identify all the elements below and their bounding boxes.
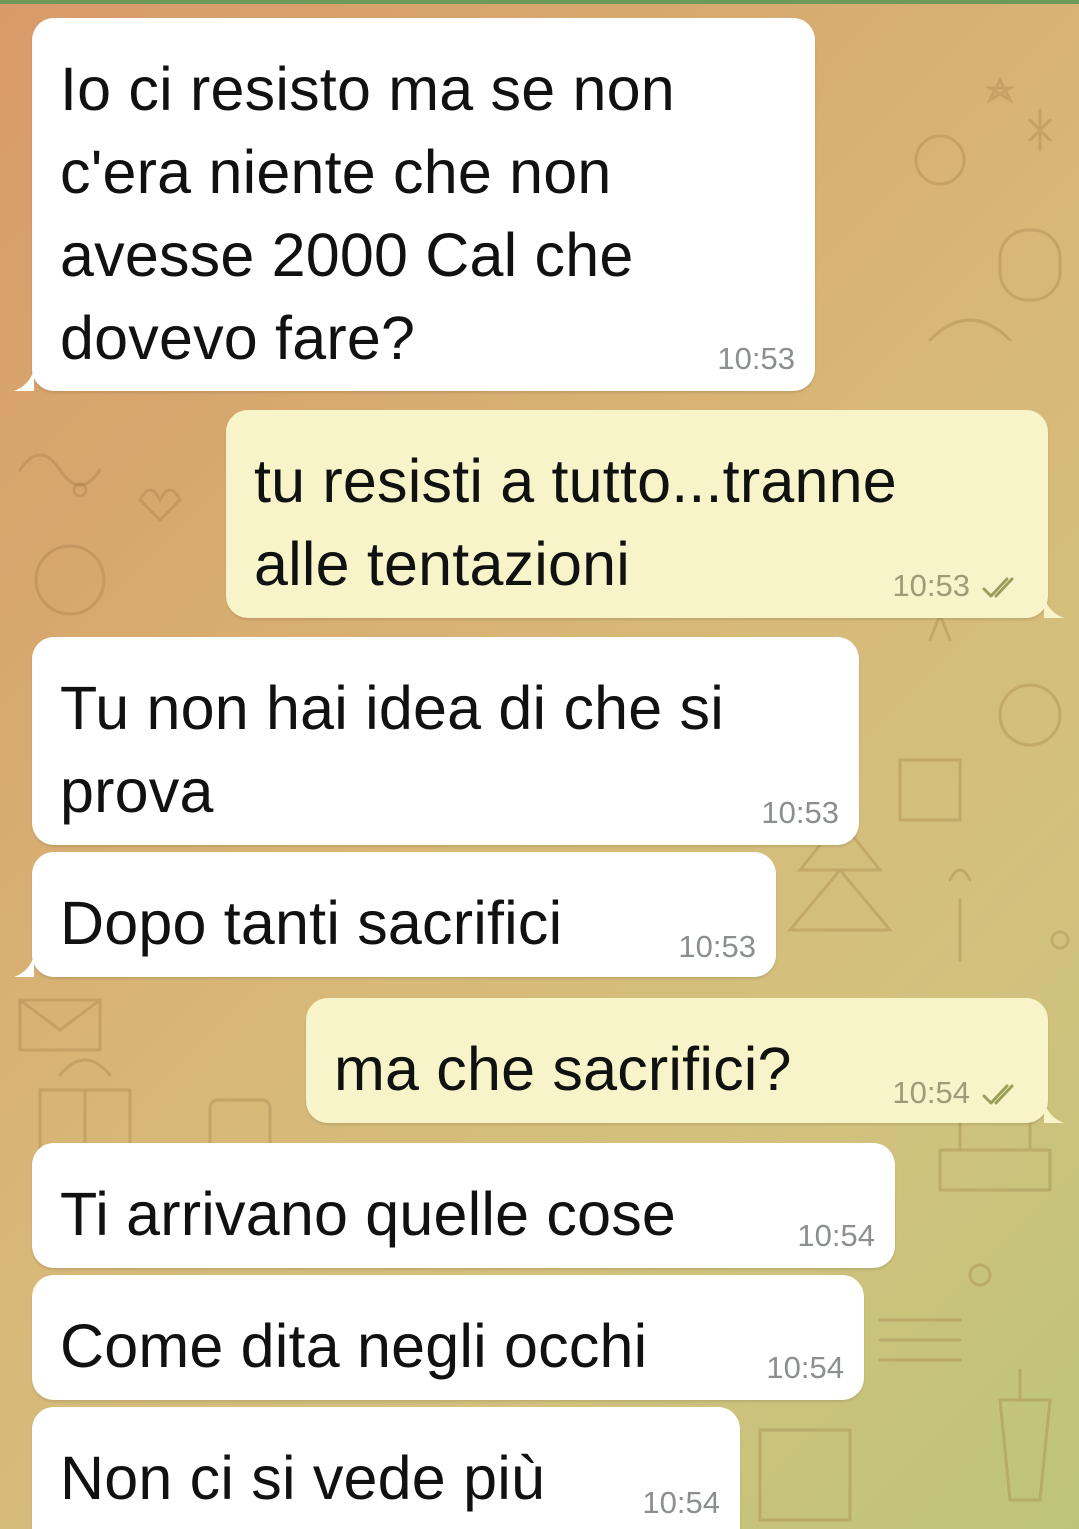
message-text: Tu non hai idea di che si prova [60, 674, 724, 825]
bubble-tail [14, 369, 34, 391]
message-time: 10:54 [797, 1218, 875, 1253]
message-bubble-incoming[interactable]: Tu non hai idea di che si prova 10:53 [32, 637, 859, 845]
top-status-strip [0, 0, 1079, 4]
message-time: 10:54 [766, 1350, 844, 1385]
message-bubble-outgoing[interactable]: ma che sacrifici? 10:54 [306, 998, 1048, 1123]
message-bubble-incoming[interactable]: Non ci si vede più 10:54 [32, 1407, 740, 1529]
message-time: 10:53 [678, 929, 756, 964]
message-time: 10:54 [642, 1485, 720, 1520]
double-check-icon [982, 577, 1014, 598]
message-text: Come dita negli occhi [60, 1312, 648, 1380]
bubble-tail [1044, 596, 1064, 618]
message-text: tu resisti a tutto...tranne alle tentazi… [254, 447, 897, 598]
message-bubble-incoming[interactable]: Come dita negli occhi 10:54 [32, 1275, 864, 1400]
message-time: 10:53 [892, 568, 970, 603]
message-bubble-outgoing[interactable]: tu resisti a tutto...tranne alle tentazi… [226, 410, 1048, 618]
message-time: 10:54 [892, 1075, 970, 1110]
message-bubble-incoming[interactable]: Dopo tanti sacrifici 10:53 [32, 852, 776, 977]
message-text: Io ci resisto ma se non c'era niente che… [60, 55, 675, 372]
bubble-tail [14, 955, 34, 977]
message-text: ma che sacrifici? [334, 1035, 792, 1103]
message-time: 10:53 [717, 341, 795, 376]
message-text: Non ci si vede più [60, 1444, 546, 1512]
bubble-tail [1044, 1101, 1064, 1123]
message-bubble-incoming[interactable]: Io ci resisto ma se non c'era niente che… [32, 18, 815, 391]
message-bubble-incoming[interactable]: Ti arrivano quelle cose 10:54 [32, 1143, 895, 1268]
message-text: Ti arrivano quelle cose [60, 1180, 677, 1248]
message-time: 10:53 [761, 795, 839, 830]
message-text: Dopo tanti sacrifici [60, 889, 563, 957]
double-check-icon [982, 1084, 1014, 1105]
